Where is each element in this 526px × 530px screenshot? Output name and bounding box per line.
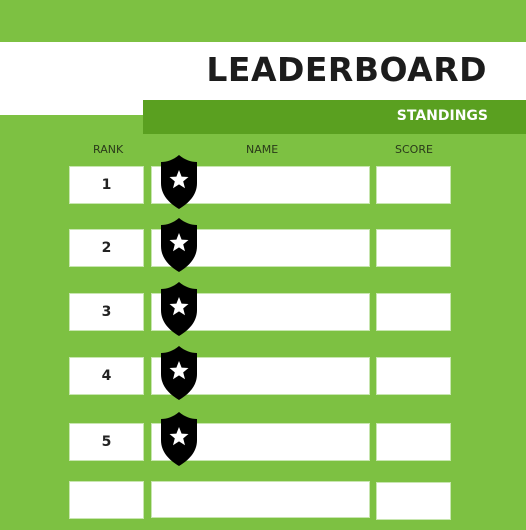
shield-star-icon [161,282,197,336]
rank-cell: 4 [69,357,144,395]
score-field[interactable] [376,357,451,395]
rank-cell: 2 [69,229,144,267]
shield-star-icon [161,346,197,400]
score-field[interactable] [376,423,451,461]
score-field[interactable] [376,293,451,331]
score-field[interactable] [376,482,451,520]
rank-header: RANK [93,143,124,156]
name-header: NAME [246,143,279,156]
page-title: LEADERBOARD [206,50,487,89]
score-field[interactable] [376,166,451,204]
name-field[interactable] [151,481,370,518]
rank-cell: 5 [69,423,144,461]
shield-star-icon [161,412,197,466]
score-field[interactable] [376,229,451,267]
standings-label: STANDINGS [396,108,488,124]
score-header: SCORE [395,143,433,156]
shield-star-icon [161,218,197,272]
rank-cell: 1 [69,166,144,204]
rank-cell: 3 [69,293,144,331]
shield-star-icon [161,155,197,209]
rank-cell [69,481,144,519]
